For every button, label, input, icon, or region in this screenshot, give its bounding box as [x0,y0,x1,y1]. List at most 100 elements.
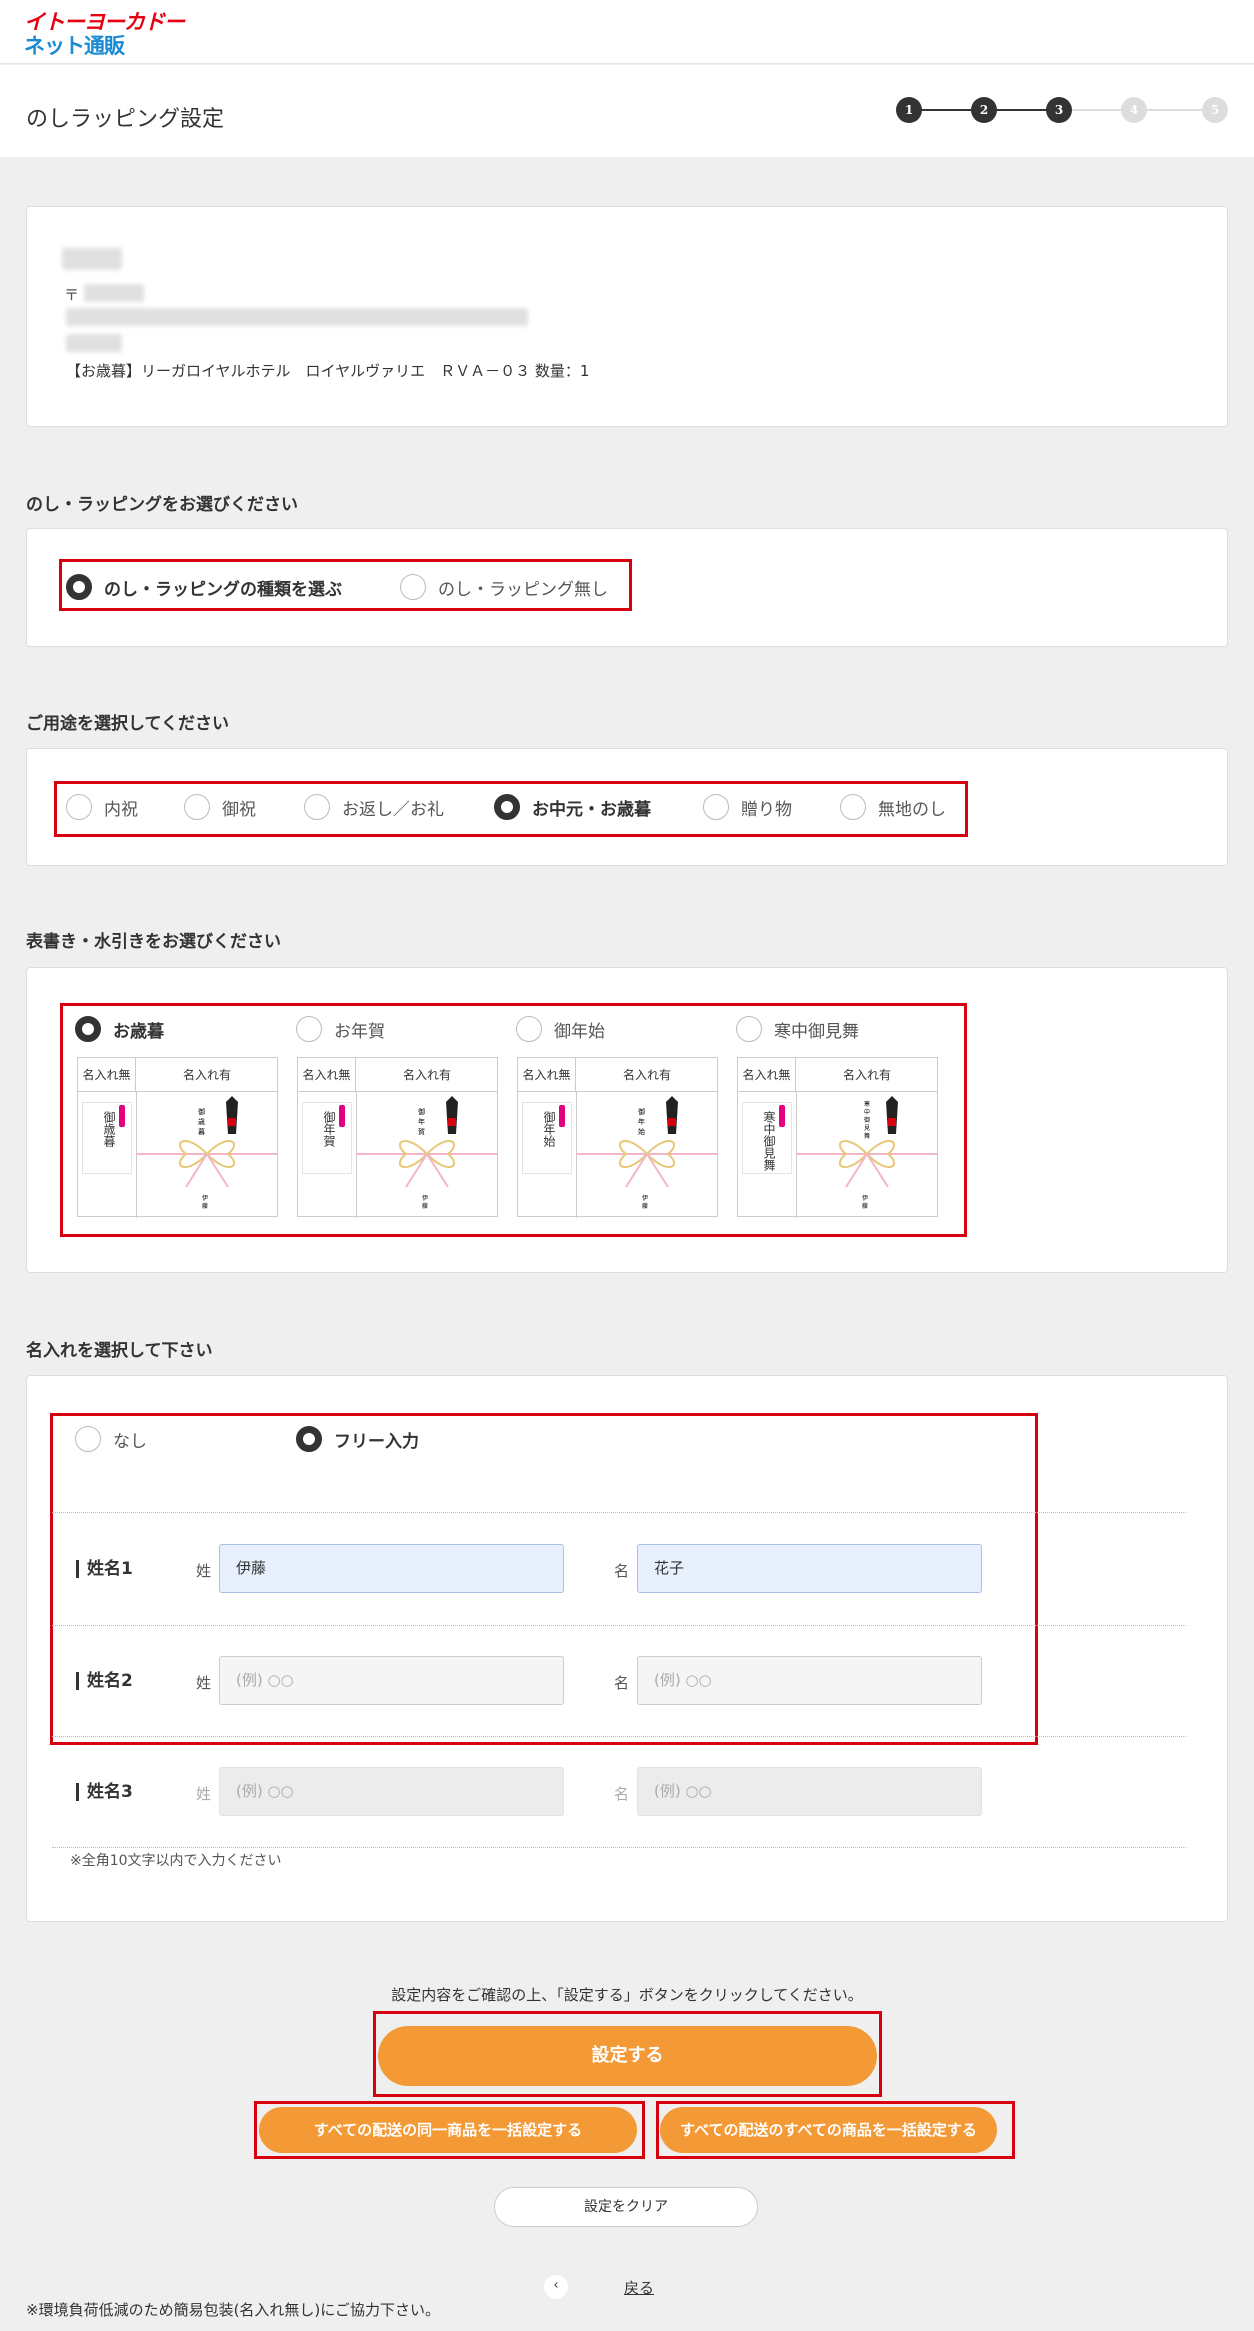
radio-label: お中元・お歳暮 [532,799,651,820]
clear-button[interactable]: 設定をクリア [494,2187,758,2227]
back-link[interactable]: 戻る [624,2277,654,2298]
divider [52,1847,1186,1848]
bulk-same-item-button[interactable]: すべての配送の同一商品を一括設定する [259,2107,637,2153]
mei-input-1[interactable]: 花子 [637,1544,982,1593]
redacted-address [66,308,528,326]
redacted-phone [66,334,122,352]
svg-text:御: 御 [198,1107,205,1116]
logo-text-line2: ネット通販 [24,34,125,58]
eco-note: ※環境負荷低減のため簡易包装(名入れ無し)にご協力下さい。 [26,2301,440,2319]
radio-purpose-ochugen-oseibo[interactable]: お中元・お歳暮 [494,794,651,820]
set-button[interactable]: 設定する [378,2026,877,2086]
radio-purpose-muji[interactable]: 無地のし [840,794,946,820]
svg-text:藤: 藤 [422,1202,428,1210]
radio-label: 贈り物 [741,799,792,820]
noshi-preview-kanchu[interactable]: 名入れ無 名入れ有 寒中御見舞 寒 中 御 見 舞 伊 藤 [737,1057,938,1218]
radio-name-free[interactable]: フリー入力 [296,1426,419,1452]
noshi-small-image: 御歳暮 [82,1102,132,1174]
step-1: 1 [896,97,922,123]
mizuhiki-bow-icon: 御 歳 暮 伊 藤 [136,1096,278,1210]
radio-omote-oseibo[interactable]: お歳暮 [75,1016,164,1042]
radio-unchecked-icon [184,794,210,820]
svg-text:伊: 伊 [642,1194,648,1202]
sei-input-3[interactable]: (例) ○○ [219,1767,564,1816]
mei-input-2[interactable]: (例) ○○ [637,1656,982,1705]
step-2: 2 [971,97,997,123]
noshi-small-text: 御年賀 [322,1111,336,1147]
svg-text:伊: 伊 [422,1194,428,1202]
redacted-postal-code [84,284,144,302]
page-title: のしラッピング設定 [26,107,225,132]
svg-text:舞: 舞 [864,1132,870,1140]
radio-purpose-uchiiwai[interactable]: 内祝 [66,794,138,820]
noshi-small-image: 御年賀 [302,1102,352,1174]
noshi-small-image: 寒中御見舞 [742,1102,792,1174]
radio-purpose-okaeshi[interactable]: お返し／お礼 [304,794,444,820]
step-4: 4 [1121,97,1147,123]
col-with-name-label: 名入れ有 [136,1058,278,1092]
noshi-preview-oseibo[interactable]: 名入れ無 名入れ有 御歳暮 御 歳 暮 伊 藤 [77,1057,278,1218]
radio-unchecked-icon [296,1016,322,1042]
divider [52,1625,1186,1626]
sei-label: 姓 [196,1785,212,1803]
confirm-instruction: 設定内容をご確認の上、「設定する」ボタンをクリックしてください。 [391,1986,863,2004]
mei-input-3[interactable]: (例) ○○ [637,1767,982,1816]
noshi-preview-gonenshi[interactable]: 名入れ無 名入れ有 御年始 御 年 始 伊 藤 [517,1057,718,1218]
svg-text:御: 御 [864,1116,870,1124]
radio-label: フリー入力 [334,1431,419,1452]
name-row-label-3: 姓名3 [76,1783,133,1801]
step-3: 3 [1046,97,1072,123]
radio-omote-onenga[interactable]: お年賀 [296,1016,385,1042]
svg-text:寒: 寒 [864,1100,870,1108]
name-note: ※全角10文字以内で入力ください [70,1853,282,1869]
postal-mark: 〒 [64,286,80,304]
radio-omote-gonenshi[interactable]: 御年始 [516,1016,605,1042]
name-row-label-1: 姓名1 [76,1560,133,1578]
radio-label: お年賀 [334,1021,385,1042]
radio-checked-icon [75,1016,101,1042]
svg-text:見: 見 [864,1125,870,1132]
radio-label: 御祝 [222,799,256,820]
mei-label: 名 [614,1785,630,1803]
radio-unchecked-icon [703,794,729,820]
col-no-name-label: 名入れ無 [78,1058,136,1092]
radio-unchecked-icon [736,1016,762,1042]
radio-label: お歳暮 [113,1021,164,1042]
noshi-preview-onenga[interactable]: 名入れ無 名入れ有 御年賀 御 年 賀 伊 藤 [297,1057,498,1218]
chevron-left-icon[interactable]: ‹ [544,2275,568,2299]
bulk-all-item-button[interactable]: すべての配送のすべての商品を一括設定する [660,2107,997,2153]
radio-label: 内祝 [104,799,138,820]
svg-text:御: 御 [418,1107,425,1116]
mei-label: 名 [614,1562,630,1580]
mizuhiki-bow-icon: 御 年 賀 伊 藤 [356,1096,498,1210]
svg-text:中: 中 [864,1108,870,1116]
svg-text:藤: 藤 [642,1202,648,1210]
col-no-name-label: 名入れ無 [738,1058,796,1092]
noshi-small-text: 御歳暮 [102,1111,116,1147]
wrap-section-title: のし・ラッピングをお選びください [26,495,298,515]
divider [52,1512,1186,1513]
noshi-small-image: 御年始 [522,1102,572,1174]
omote-section-title: 表書き・水引きをお選びください [26,932,281,952]
divider [52,1736,1186,1737]
radio-omote-kanchu[interactable]: 寒中御見舞 [736,1016,859,1042]
sei-input-1[interactable]: 伊藤 [219,1544,564,1593]
sei-input-2[interactable]: (例) ○○ [219,1656,564,1705]
site-logo[interactable]: イトーヨーカドー ネット通販 [24,6,185,58]
noshi-small-text: 御年始 [542,1111,556,1147]
radio-wrap-none[interactable]: のし・ラッピング無し [400,574,608,600]
radio-label: 寒中御見舞 [774,1021,859,1042]
svg-text:伊: 伊 [202,1194,208,1202]
sei-label: 姓 [196,1562,212,1580]
radio-purpose-okurimono[interactable]: 贈り物 [703,794,792,820]
col-no-name-label: 名入れ無 [518,1058,576,1092]
radio-unchecked-icon [66,794,92,820]
radio-name-none[interactable]: なし [75,1426,147,1452]
name-row-label-2: 姓名2 [76,1672,133,1690]
radio-purpose-oiwai[interactable]: 御祝 [184,794,256,820]
radio-wrap-select[interactable]: のし・ラッピングの種類を選ぶ [66,574,342,600]
radio-unchecked-icon [75,1426,101,1452]
sei-label: 姓 [196,1674,212,1692]
svg-text:始: 始 [638,1127,645,1136]
svg-text:藤: 藤 [202,1202,208,1210]
